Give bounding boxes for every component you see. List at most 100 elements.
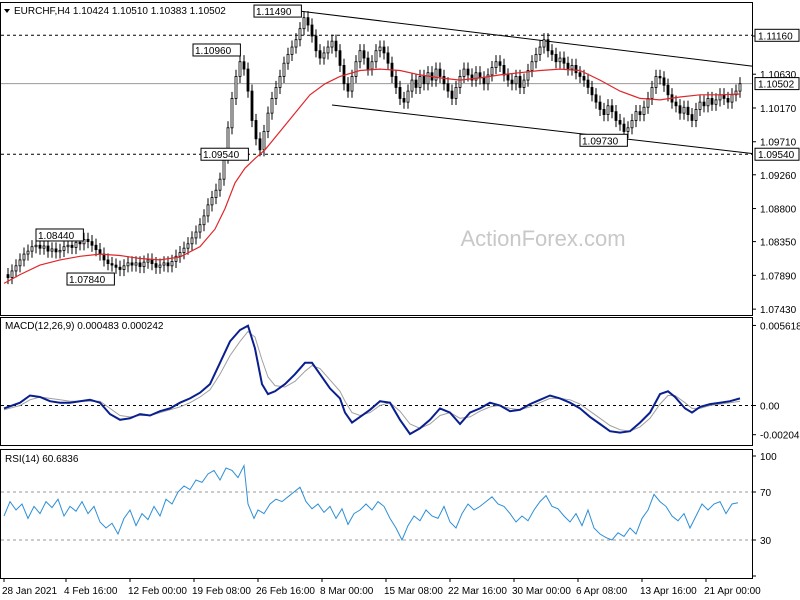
candle-body — [246, 68, 250, 92]
candle-body — [706, 98, 710, 107]
candle-body — [90, 241, 94, 246]
candle-body — [622, 123, 626, 132]
candle-body — [78, 241, 82, 245]
candle-body — [418, 76, 422, 88]
candle-body — [26, 250, 30, 255]
candle-body — [578, 72, 582, 77]
x-tick-label: 30 Mar 00:00 — [512, 586, 571, 597]
candle-body — [382, 46, 386, 54]
candle-body — [354, 61, 358, 77]
rsi-ytick-label: 70 — [760, 488, 772, 499]
macd-ytick-label: -0.002046 — [760, 431, 800, 442]
candle-body — [42, 245, 46, 249]
candle-body — [678, 105, 682, 114]
candle-body — [310, 24, 314, 37]
candle-body — [194, 231, 198, 239]
candle-body — [338, 50, 342, 66]
candle-body — [234, 76, 238, 99]
candle-body — [66, 244, 70, 248]
candle-body — [270, 98, 274, 114]
candle-body — [494, 61, 498, 69]
candle-body — [190, 237, 194, 245]
candle-body — [158, 264, 162, 268]
candle-body — [202, 215, 206, 226]
price-annotation-label: 1.08440 — [38, 231, 75, 242]
candle-body — [154, 263, 158, 268]
candle-body — [298, 28, 302, 41]
candle-body — [322, 52, 326, 59]
candle-body — [546, 39, 550, 52]
macd-ytick-label: 0.005618 — [760, 321, 800, 332]
candle-body — [166, 262, 170, 267]
candle-body — [214, 189, 218, 198]
candle-body — [626, 127, 630, 132]
candle-body — [250, 90, 254, 121]
candle-body — [182, 247, 186, 254]
candle-body — [722, 94, 726, 99]
candle-body — [238, 61, 242, 77]
candle-body — [606, 105, 610, 115]
x-tick-label: 19 Feb 08:00 — [192, 586, 251, 597]
candle-body — [106, 259, 110, 265]
candle-body — [446, 83, 450, 92]
x-tick-label: 13 Apr 16:00 — [640, 586, 697, 597]
x-tick-label: 8 Mar 00:00 — [320, 586, 374, 597]
price-title: EURCHF,H4 1.10424 1.10510 1.10383 1.1050… — [14, 6, 226, 17]
macd-panel-frame — [0, 317, 753, 446]
candle-body — [642, 106, 646, 115]
price-annotation-label: 1.09730 — [582, 136, 619, 147]
candle-body — [662, 77, 666, 86]
candle-body — [230, 98, 234, 129]
candle-body — [274, 87, 278, 99]
candle-body — [490, 67, 494, 76]
candle-body — [586, 79, 590, 88]
candle-body — [130, 262, 134, 266]
candle-body — [126, 262, 130, 267]
candle-body — [210, 197, 214, 206]
candle-body — [686, 106, 690, 115]
candle-body — [286, 53, 290, 64]
candle-body — [462, 68, 466, 77]
candle-body — [422, 76, 426, 85]
candle-body — [410, 79, 414, 92]
candle-body — [118, 266, 122, 270]
candle-body — [254, 120, 258, 140]
price-ytick-label: 1.07890 — [760, 271, 797, 282]
candle-body — [302, 17, 306, 30]
macd-ytick-label: 0.00 — [760, 402, 780, 413]
candle-body — [458, 76, 462, 88]
candle-body — [374, 50, 378, 63]
candle-body — [74, 241, 78, 248]
candle-body — [50, 248, 54, 252]
candle-body — [22, 253, 26, 261]
candle-body — [414, 79, 418, 88]
candle-body — [450, 90, 454, 99]
candle-body — [398, 87, 402, 99]
candle-body — [530, 61, 534, 71]
candle-body — [542, 39, 546, 48]
candle-body — [138, 262, 142, 267]
candle-body — [534, 53, 538, 63]
x-tick-label: 26 Feb 16:00 — [256, 586, 315, 597]
price-ytick-label: 1.09710 — [760, 138, 797, 149]
candle-body — [498, 61, 502, 66]
candle-body — [178, 252, 182, 257]
candle-body — [614, 111, 618, 121]
candle-body — [406, 90, 410, 103]
candle-body — [10, 270, 14, 278]
candle-body — [666, 84, 670, 96]
candle-body — [38, 244, 42, 249]
price-annotation-label: 1.11490 — [256, 7, 292, 18]
candle-body — [602, 109, 606, 115]
candle-body — [506, 74, 510, 81]
price-ytick-label: 1.08800 — [760, 205, 797, 216]
candle-body — [34, 244, 38, 248]
candle-body — [610, 105, 614, 113]
candle-body — [290, 46, 294, 55]
candle-body — [334, 40, 338, 52]
candle-body — [442, 76, 446, 85]
candle-body — [598, 101, 602, 110]
candle-body — [590, 87, 594, 96]
candle-body — [98, 249, 102, 255]
price-ytick-label: 1.07430 — [760, 305, 797, 316]
